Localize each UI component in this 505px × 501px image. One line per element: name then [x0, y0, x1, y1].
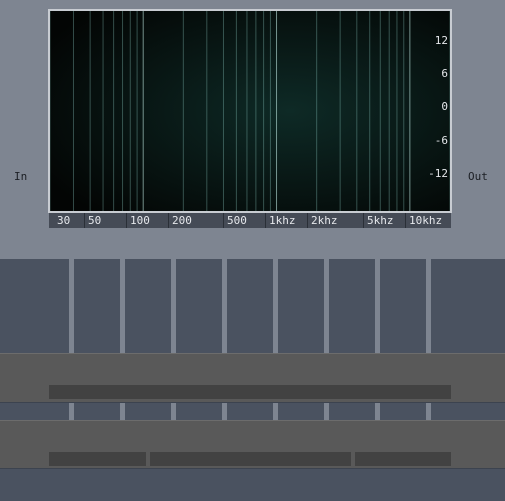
- frequency-axis: 30 50 100 200 500 1khz 2khz 5khz 10khz: [49, 213, 451, 228]
- column-divider: [222, 259, 227, 353]
- spectrum-display[interactable]: 12 6 0 -6 -12: [49, 11, 451, 211]
- control-panel: [0, 420, 505, 469]
- freq-tick-label: 50: [88, 214, 102, 227]
- range-bar[interactable]: [150, 452, 351, 466]
- db-tick-label: 6: [441, 67, 448, 80]
- control-panel: [0, 353, 505, 402]
- band-strip: [0, 402, 505, 421]
- column-divider: [171, 259, 176, 353]
- column-divider: [273, 259, 278, 353]
- freq-separator: [265, 213, 266, 228]
- column-divider: [120, 403, 125, 420]
- freq-separator: [307, 213, 308, 228]
- freq-tick-label: 5khz: [367, 214, 394, 227]
- bottom-strip: [0, 468, 505, 501]
- db-tick-label: -6: [435, 134, 448, 147]
- column-divider: [426, 403, 431, 420]
- column-divider: [375, 259, 380, 353]
- range-bar[interactable]: [355, 452, 451, 466]
- freq-tick-label: 10khz: [409, 214, 443, 227]
- column-divider: [222, 403, 227, 420]
- column-divider: [69, 403, 74, 420]
- column-divider: [120, 259, 125, 353]
- input-label: In: [14, 170, 28, 183]
- freq-separator: [223, 213, 224, 228]
- freq-tick-label: 200: [172, 214, 192, 227]
- db-tick-label: 12: [435, 34, 448, 47]
- db-tick-label: -12: [428, 167, 448, 180]
- freq-tick-label: 30: [57, 214, 71, 227]
- freq-tick-label: 500: [227, 214, 247, 227]
- freq-separator: [168, 213, 169, 228]
- slider-band: [0, 259, 505, 353]
- column-divider: [375, 403, 380, 420]
- freq-separator: [84, 213, 85, 228]
- freq-tick-label: 1khz: [269, 214, 296, 227]
- freq-separator: [363, 213, 364, 228]
- range-bar[interactable]: [49, 452, 146, 466]
- freq-tick-label: 100: [130, 214, 150, 227]
- column-divider: [273, 403, 278, 420]
- column-divider: [426, 259, 431, 353]
- freq-tick-label: 2khz: [311, 214, 338, 227]
- db-tick-label: 0: [441, 100, 448, 113]
- column-divider: [171, 403, 176, 420]
- freq-separator: [126, 213, 127, 228]
- freq-separator: [405, 213, 406, 228]
- column-divider: [69, 259, 74, 353]
- column-divider: [324, 259, 329, 353]
- output-label: Out: [468, 170, 488, 183]
- range-bar[interactable]: [49, 385, 451, 399]
- column-divider: [324, 403, 329, 420]
